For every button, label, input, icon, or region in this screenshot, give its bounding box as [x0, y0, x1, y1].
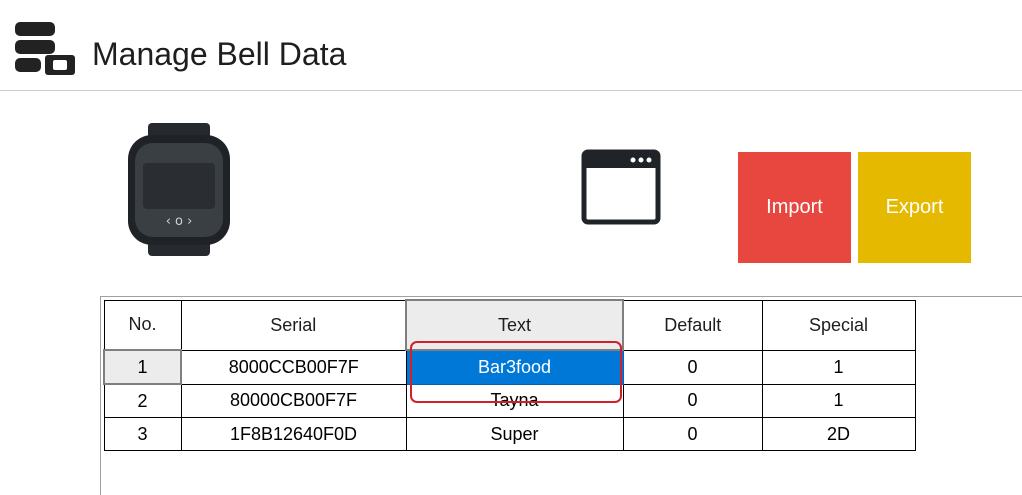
- serial-cell[interactable]: 80000CB00F7F: [180, 383, 407, 418]
- column-header-serial[interactable]: Serial: [180, 299, 407, 351]
- svg-text:‹ o ›: ‹ o ›: [166, 214, 193, 229]
- table-row[interactable]: 3 1F8B12640F0D Super 0 2D: [103, 417, 916, 451]
- column-header-default[interactable]: Default: [622, 299, 763, 351]
- import-button[interactable]: Import: [738, 152, 851, 263]
- column-header-special[interactable]: Special: [761, 299, 916, 351]
- special-cell[interactable]: 1: [761, 383, 916, 418]
- special-cell[interactable]: 2D: [761, 417, 916, 451]
- default-cell[interactable]: 0: [622, 383, 763, 418]
- bell-data-table[interactable]: No. Serial Text Default Special 1 8000CC…: [103, 299, 916, 451]
- column-header-no[interactable]: No.: [103, 299, 182, 351]
- text-cell[interactable]: Super: [405, 417, 624, 451]
- row-number-cell[interactable]: 3: [103, 417, 182, 451]
- text-cell-selected[interactable]: Bar3food: [405, 349, 624, 385]
- serial-cell[interactable]: 1F8B12640F0D: [180, 417, 407, 451]
- table-row[interactable]: 2 80000CB00F7F Tayna 0 1: [103, 383, 916, 418]
- page-header: Manage Bell Data: [0, 0, 1022, 91]
- table-row[interactable]: 1 8000CCB00F7F Bar3food 0 1: [103, 349, 916, 385]
- default-cell[interactable]: 0: [622, 349, 763, 385]
- database-settings-icon: [15, 22, 75, 75]
- page-title: Manage Bell Data: [92, 36, 347, 72]
- window-icon[interactable]: [581, 149, 661, 225]
- table-header-row: No. Serial Text Default Special: [103, 299, 916, 351]
- default-cell[interactable]: 0: [622, 417, 763, 451]
- serial-cell[interactable]: 8000CCB00F7F: [180, 349, 407, 385]
- column-header-text[interactable]: Text: [405, 299, 624, 351]
- text-cell[interactable]: Tayna: [405, 383, 624, 418]
- row-number-cell[interactable]: 2: [103, 383, 182, 418]
- bell-device-icon[interactable]: ‹ o ›: [128, 123, 230, 256]
- export-button[interactable]: Export: [858, 152, 971, 263]
- row-number-cell[interactable]: 1: [103, 349, 182, 385]
- special-cell[interactable]: 1: [761, 349, 916, 385]
